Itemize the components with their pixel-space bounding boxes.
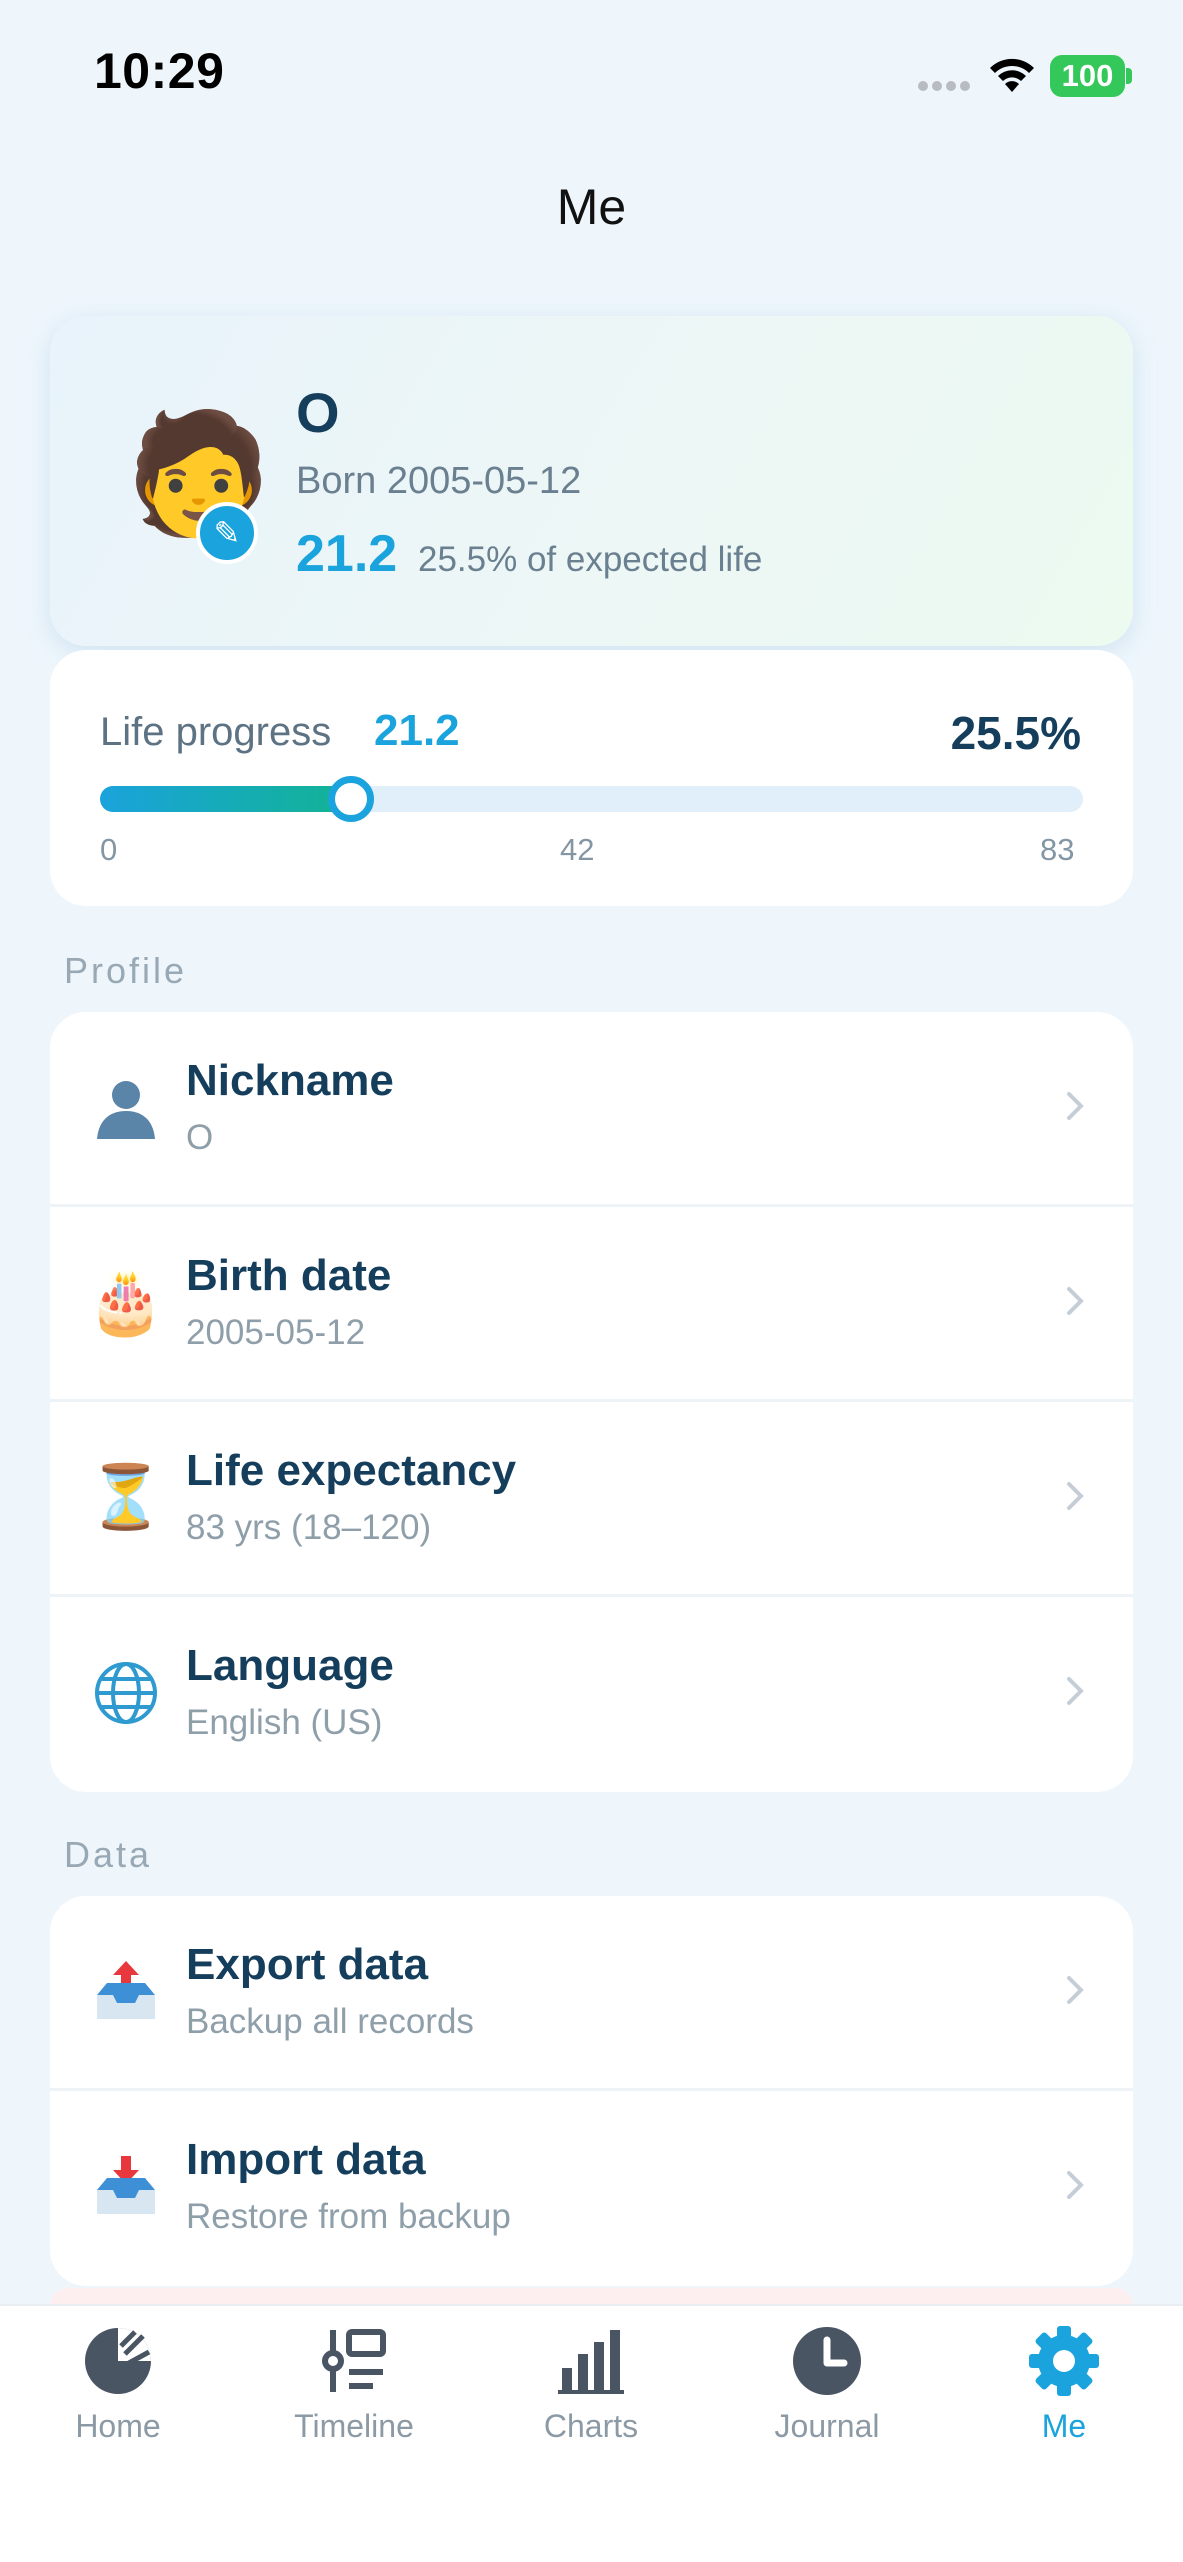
- profile-percent-text: 25.5% of expected life: [418, 540, 763, 579]
- tab-label: Charts: [543, 2408, 639, 2444]
- life-progress-thumb: [328, 776, 374, 822]
- gear-icon: [1029, 2326, 1099, 2396]
- row-subtitle: Backup all records: [186, 2002, 474, 2041]
- row-title: Life expectancy: [186, 1446, 517, 1495]
- chevron-right-icon: [1067, 1092, 1084, 1120]
- row-subtitle: O: [186, 1118, 214, 1157]
- page-title: Me: [556, 179, 627, 235]
- profile-age: 21.2: [296, 525, 398, 583]
- row-subtitle: 83 yrs (18–120): [186, 1508, 432, 1547]
- row-title: Nickname: [186, 1056, 394, 1105]
- chevron-right-icon: [1067, 1287, 1084, 1315]
- settings-row-nickname[interactable]: Nickname O: [50, 1012, 1133, 1207]
- tab-label: Me: [1041, 2408, 1087, 2444]
- life-progress-fill: [100, 786, 351, 812]
- edit-pencil-icon[interactable]: ✎: [196, 502, 258, 564]
- data-settings-list: Export data Backup all records Import da…: [50, 1896, 1133, 2286]
- person-silhouette-icon: [88, 1070, 164, 1146]
- hourglass-icon: ⏳: [87, 1463, 165, 1532]
- progress-tick-max: 83: [1040, 832, 1075, 867]
- settings-row-language[interactable]: Language English (US): [50, 1597, 1133, 1792]
- chevron-right-icon: [1067, 1677, 1084, 1705]
- battery-level: 100: [1061, 58, 1114, 93]
- status-time: 10:29: [94, 43, 225, 99]
- tab-me[interactable]: Me: [946, 2318, 1182, 2478]
- battery-tip: [1126, 68, 1132, 84]
- progress-tick-min: 0: [100, 832, 118, 867]
- life-progress-percent: 25.5%: [950, 707, 1081, 759]
- section-label-data: Data: [64, 1834, 153, 1875]
- settings-row-life-expectancy[interactable]: ⏳ Life expectancy 83 yrs (18–120): [50, 1402, 1133, 1597]
- row-title: Birth date: [186, 1251, 392, 1300]
- settings-row-birth-date[interactable]: 🎂 Birth date 2005-05-12: [50, 1207, 1133, 1402]
- bar-chart-icon: [558, 2330, 624, 2394]
- profile-born-date: Born 2005-05-12: [296, 460, 582, 502]
- birthday-cake-icon: 🎂: [87, 1268, 165, 1337]
- globe-icon: [88, 1655, 164, 1731]
- section-label-profile: Profile: [64, 950, 188, 991]
- wifi-icon: [990, 58, 1034, 92]
- row-subtitle: English (US): [186, 1703, 383, 1742]
- settings-row-import-data[interactable]: Import data Restore from backup: [50, 2091, 1133, 2286]
- row-title: Language: [186, 1641, 394, 1690]
- tab-label: Journal: [774, 2408, 880, 2444]
- life-progress-age: 21.2: [374, 706, 460, 755]
- tab-home[interactable]: Home: [0, 2318, 236, 2478]
- battery-indicator: 100: [1050, 55, 1125, 97]
- timeline-icon: [322, 2329, 386, 2392]
- tab-journal[interactable]: Journal: [709, 2318, 945, 2478]
- progress-tick-mid: 42: [560, 832, 595, 867]
- settings-row-export-data[interactable]: Export data Backup all records: [50, 1896, 1133, 2091]
- outbox-tray-icon: [88, 1954, 164, 2030]
- tab-timeline[interactable]: Timeline: [236, 2318, 472, 2478]
- inbox-tray-icon: [88, 2149, 164, 2225]
- row-subtitle: Restore from backup: [186, 2197, 511, 2236]
- tab-label: Home: [75, 2408, 161, 2444]
- chevron-right-icon: [1067, 2171, 1084, 2199]
- life-progress-label: Life progress: [100, 710, 332, 754]
- clock-icon: [793, 2327, 861, 2395]
- profile-settings-list: Nickname O 🎂 Birth date 2005-05-12 ⏳ Lif…: [50, 1012, 1133, 1792]
- profile-name: O: [296, 381, 340, 444]
- pie-chart-icon: [85, 2328, 151, 2394]
- row-title: Export data: [186, 1940, 429, 1989]
- row-subtitle: 2005-05-12: [186, 1313, 366, 1352]
- tab-charts[interactable]: Charts: [473, 2318, 709, 2478]
- tab-label: Timeline: [294, 2408, 414, 2444]
- cellular-signal-icon: [918, 81, 970, 91]
- chevron-right-icon: [1067, 1482, 1084, 1510]
- chevron-right-icon: [1067, 1976, 1084, 2004]
- row-title: Import data: [186, 2135, 426, 2184]
